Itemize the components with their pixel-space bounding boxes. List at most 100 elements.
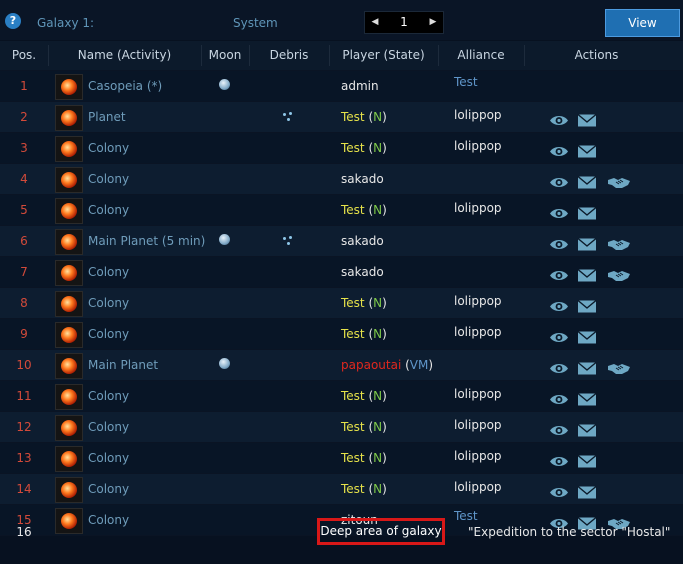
planet-name[interactable]: Colony [88, 133, 129, 163]
moon-icon[interactable] [219, 358, 230, 369]
planet-icon[interactable] [55, 105, 83, 131]
player-name[interactable]: admin [341, 79, 379, 93]
mail-icon[interactable] [577, 419, 597, 437]
mail-icon[interactable] [577, 357, 597, 375]
planet-name[interactable]: Colony [88, 288, 129, 318]
planet-icon[interactable] [55, 477, 83, 503]
prev-system-icon[interactable]: ◀ [367, 12, 383, 33]
player-name[interactable]: Test [341, 110, 365, 124]
planet-name[interactable]: Colony [88, 257, 129, 287]
player-state: N [373, 420, 383, 434]
system-label: System [233, 16, 278, 30]
planet-icon[interactable] [55, 384, 83, 410]
debris-icon[interactable] [283, 112, 297, 122]
mail-icon[interactable] [577, 388, 597, 406]
planet-name[interactable]: Colony [88, 381, 129, 411]
actions-cell [549, 195, 669, 225]
debris-icon[interactable] [283, 236, 297, 246]
player-name[interactable]: Test [341, 389, 365, 403]
planet-icon[interactable] [55, 167, 83, 193]
planet-icon[interactable] [55, 508, 83, 534]
eye-icon[interactable] [549, 388, 569, 404]
planet-name[interactable]: Colony [88, 474, 129, 504]
planet-name[interactable]: Colony [88, 195, 129, 225]
view-button[interactable]: View [605, 9, 680, 37]
moon-icon[interactable] [219, 234, 230, 245]
planet-icon[interactable] [55, 322, 83, 348]
player-cell: sakado [341, 257, 384, 287]
table-row: 6 Main Planet (5 min) sakado [0, 226, 683, 257]
mail-icon[interactable] [577, 109, 597, 127]
planet-name[interactable]: Colony [88, 319, 129, 349]
planet-name[interactable]: Colony [88, 443, 129, 473]
eye-icon[interactable] [549, 202, 569, 218]
eye-icon[interactable] [549, 233, 569, 249]
system-pager: ◀ 1 ▶ [364, 11, 444, 34]
system-number-input[interactable]: 1 [383, 12, 425, 33]
alliance-name: lolippop [454, 108, 502, 122]
handshake-icon[interactable] [607, 171, 631, 188]
handshake-icon[interactable] [607, 264, 631, 281]
planet-name[interactable]: Colony [88, 412, 129, 442]
deep-area-link[interactable]: Deep area of galaxy [320, 521, 442, 542]
player-name[interactable]: Test [341, 327, 365, 341]
player-state: N [373, 389, 383, 403]
planet-icon[interactable] [55, 291, 83, 317]
eye-icon[interactable] [549, 450, 569, 466]
planet-icon[interactable] [55, 74, 83, 100]
eye-icon[interactable] [549, 295, 569, 311]
planet-icon[interactable] [55, 260, 83, 286]
mail-icon[interactable] [577, 450, 597, 468]
position-16-number: 16 [16, 525, 32, 539]
player-name[interactable]: papaoutai [341, 358, 401, 372]
mail-icon[interactable] [577, 326, 597, 344]
planet-icon[interactable] [55, 353, 83, 379]
table-row: 12 Colony Test (N) lolippop [0, 412, 683, 443]
planet-name[interactable]: Colony [88, 505, 129, 535]
mail-icon[interactable] [577, 171, 597, 189]
player-name[interactable]: Test [341, 451, 365, 465]
planet-icon[interactable] [55, 229, 83, 255]
planet-name[interactable]: Colony [88, 164, 129, 194]
help-icon[interactable]: ? [5, 13, 21, 29]
eye-icon[interactable] [549, 357, 569, 373]
mail-icon[interactable] [577, 264, 597, 282]
mail-icon[interactable] [577, 202, 597, 220]
alliance-name[interactable]: Test [454, 67, 478, 97]
player-state: VM [409, 358, 429, 372]
moon-icon[interactable] [219, 79, 230, 90]
player-name[interactable]: sakado [341, 234, 384, 248]
player-name[interactable]: sakado [341, 172, 384, 186]
mail-icon[interactable] [577, 481, 597, 499]
handshake-icon[interactable] [607, 357, 631, 374]
player-name[interactable]: Test [341, 296, 365, 310]
eye-icon[interactable] [549, 419, 569, 435]
planet-name[interactable]: Main Planet (5 min) [88, 226, 205, 256]
player-state-close: ) [382, 110, 387, 124]
mail-icon[interactable] [577, 140, 597, 158]
actions-cell [549, 133, 669, 163]
eye-icon[interactable] [549, 171, 569, 187]
planet-name[interactable]: Planet [88, 102, 126, 132]
mail-icon[interactable] [577, 233, 597, 251]
player-name[interactable]: Test [341, 482, 365, 496]
planet-icon[interactable] [55, 446, 83, 472]
eye-icon[interactable] [549, 109, 569, 125]
player-name[interactable]: Test [341, 141, 365, 155]
player-name[interactable]: sakado [341, 265, 384, 279]
player-name[interactable]: Test [341, 420, 365, 434]
planet-icon[interactable] [55, 198, 83, 224]
eye-icon[interactable] [549, 326, 569, 342]
next-system-icon[interactable]: ▶ [425, 12, 441, 33]
planet-icon[interactable] [55, 136, 83, 162]
eye-icon[interactable] [549, 140, 569, 156]
planet-name[interactable]: Main Planet [88, 350, 158, 380]
handshake-icon[interactable] [607, 233, 631, 250]
eye-icon[interactable] [549, 264, 569, 280]
planet-name[interactable]: Casopeia (*) [88, 71, 162, 101]
player-state-close: ) [382, 451, 387, 465]
planet-icon[interactable] [55, 415, 83, 441]
mail-icon[interactable] [577, 295, 597, 313]
eye-icon[interactable] [549, 481, 569, 497]
player-name[interactable]: Test [341, 203, 365, 217]
